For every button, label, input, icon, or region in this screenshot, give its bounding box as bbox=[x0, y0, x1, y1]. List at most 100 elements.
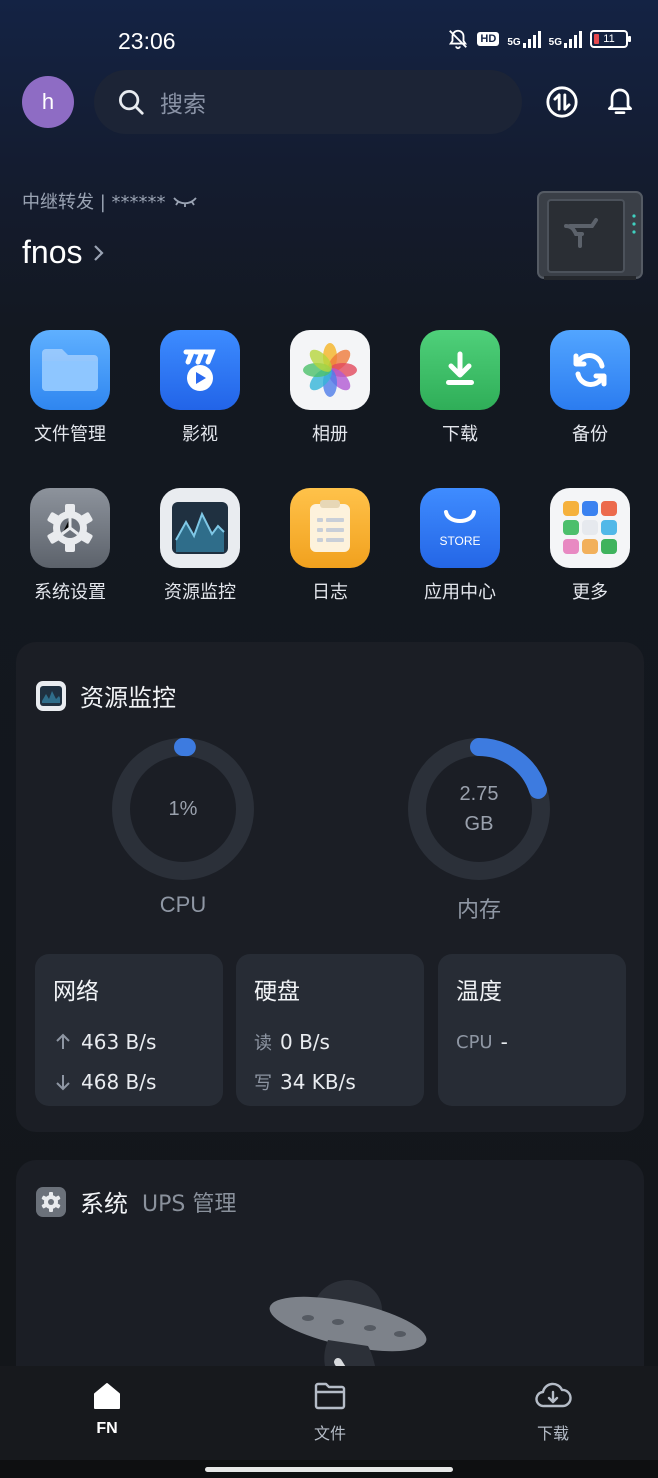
network-down-value: 468 B/s bbox=[81, 1070, 157, 1094]
app-label: 更多 bbox=[572, 582, 608, 603]
eye-closed-icon[interactable] bbox=[172, 193, 198, 209]
resource-monitor-card[interactable]: 资源监控 1% CPU 2.75 GB 内存 网络 463 B/s 468 B/… bbox=[16, 642, 644, 1132]
disk-read-value: 0 B/s bbox=[280, 1030, 330, 1054]
monitor-icon bbox=[36, 680, 66, 711]
temperature-cpu-key: CPU bbox=[456, 1031, 493, 1053]
download-icon bbox=[420, 330, 500, 410]
notification-button[interactable] bbox=[602, 84, 638, 120]
nav-files-label: 文件 bbox=[313, 1424, 346, 1443]
disk-write-key: 写 bbox=[254, 1073, 272, 1094]
app-file-manager[interactable]: 文件管理 bbox=[10, 330, 130, 446]
relay-status: 中继转发 | ****** bbox=[22, 188, 198, 214]
app-log[interactable]: 日志 bbox=[270, 488, 390, 604]
app-photos[interactable]: 相册 bbox=[270, 330, 390, 446]
backup-icon bbox=[550, 330, 630, 410]
network-stat: 网络 463 B/s 468 B/s bbox=[35, 954, 223, 1106]
app-label: 备份 bbox=[572, 424, 608, 445]
arrow-up-icon bbox=[56, 1033, 70, 1049]
app-download[interactable]: 下载 bbox=[400, 330, 520, 446]
app-label: 相册 bbox=[312, 424, 348, 445]
cpu-value: 1% bbox=[168, 798, 198, 820]
settings-icon bbox=[36, 1186, 66, 1217]
disk-read-row: 读 0 B/s bbox=[254, 1022, 406, 1062]
folder-icon bbox=[314, 1382, 346, 1410]
store-badge-text: STORE bbox=[439, 534, 481, 548]
app-settings[interactable]: 系统设置 bbox=[10, 488, 130, 604]
nav-download[interactable]: 下载 bbox=[503, 1380, 603, 1444]
signal-1: 5G bbox=[507, 30, 541, 48]
battery-fill bbox=[594, 34, 599, 44]
temperature-title: 温度 bbox=[456, 979, 502, 1005]
nav-files[interactable]: 文件 bbox=[280, 1380, 380, 1444]
app-label: 下载 bbox=[442, 424, 478, 445]
nav-fn-label: FN bbox=[96, 1420, 118, 1437]
app-video[interactable]: 影视 bbox=[140, 330, 260, 446]
disk-write-row: 写 34 KB/s bbox=[254, 1062, 406, 1102]
disk-read-key: 读 bbox=[254, 1033, 272, 1054]
nav-download-label: 下载 bbox=[536, 1424, 569, 1443]
monitor-icon bbox=[160, 488, 240, 568]
arrow-down-icon bbox=[56, 1075, 70, 1091]
monitor-title: 资源监控 bbox=[80, 684, 176, 712]
relay-label: 中继转发 | ****** bbox=[22, 192, 166, 213]
device-name: fnos bbox=[22, 234, 83, 270]
nas-device-icon bbox=[537, 191, 643, 280]
home-icon bbox=[94, 1383, 120, 1409]
network-title: 网络 bbox=[53, 979, 99, 1005]
photos-icon bbox=[290, 330, 370, 410]
memory-label: 内存 bbox=[456, 897, 501, 922]
network-up-row: 463 B/s bbox=[53, 1022, 205, 1062]
status-icons: HD 5G 5G 11 bbox=[447, 28, 631, 50]
home-indicator[interactable] bbox=[205, 1467, 453, 1472]
search-icon bbox=[119, 90, 144, 115]
folder-icon bbox=[30, 330, 110, 410]
net1-label: 5G bbox=[507, 37, 521, 48]
more-apps-icon bbox=[550, 488, 630, 568]
temperature-cpu-value: - bbox=[500, 1030, 508, 1054]
memory-gauge: 2.75 GB bbox=[404, 734, 554, 884]
search-bar[interactable]: 搜索 bbox=[94, 70, 522, 134]
log-icon bbox=[290, 488, 370, 568]
chevron-right-icon bbox=[94, 244, 105, 261]
signal-bars-icon bbox=[564, 30, 582, 48]
cloud-download-icon bbox=[535, 1382, 572, 1408]
bottom-nav: FN 文件 下载 bbox=[0, 1366, 658, 1460]
transfer-button[interactable] bbox=[544, 84, 580, 120]
avatar[interactable]: h bbox=[22, 76, 74, 128]
app-label: 影视 bbox=[182, 424, 218, 445]
settings-icon bbox=[30, 488, 110, 568]
net2-label: 5G bbox=[548, 37, 562, 48]
temperature-stat: 温度 CPU - bbox=[438, 954, 626, 1106]
memory-unit: GB bbox=[464, 813, 494, 835]
nav-fn[interactable]: FN bbox=[57, 1380, 157, 1438]
memory-value: 2.75 bbox=[459, 783, 499, 805]
hd-badge: HD bbox=[477, 32, 500, 46]
app-more[interactable]: 更多 bbox=[530, 488, 650, 604]
device-name-link[interactable]: fnos bbox=[22, 234, 105, 271]
signal-2: 5G bbox=[549, 30, 582, 48]
search-placeholder: 搜索 bbox=[160, 92, 206, 118]
store-icon: STORE bbox=[420, 488, 500, 568]
top-row: h 搜索 bbox=[22, 70, 636, 134]
cpu-label: CPU bbox=[159, 892, 207, 917]
app-label: 文件管理 bbox=[34, 424, 106, 445]
network-up-value: 463 B/s bbox=[81, 1030, 157, 1054]
system-title: 系统 bbox=[80, 1190, 128, 1218]
signal-bars-icon bbox=[522, 30, 541, 48]
app-label: 系统设置 bbox=[34, 582, 106, 603]
app-backup[interactable]: 备份 bbox=[530, 330, 650, 446]
app-store[interactable]: STORE 应用中心 bbox=[400, 488, 520, 604]
disk-stat: 硬盘 读 0 B/s 写 34 KB/s bbox=[236, 954, 424, 1106]
bell-icon bbox=[608, 88, 632, 114]
cpu-gauge: 1% bbox=[108, 734, 258, 884]
monitor-card-title: 资源监控 bbox=[36, 678, 176, 713]
ups-subtitle[interactable]: UPS 管理 bbox=[142, 1186, 236, 1218]
battery-icon: 11 bbox=[590, 30, 631, 48]
network-down-row: 468 B/s bbox=[53, 1062, 205, 1102]
app-monitor[interactable]: 资源监控 bbox=[140, 488, 260, 604]
transfer-icon bbox=[546, 86, 578, 118]
app-label: 日志 bbox=[312, 582, 348, 603]
system-card-title: 系统 UPS 管理 bbox=[36, 1184, 236, 1219]
app-label: 资源监控 bbox=[164, 582, 236, 603]
video-icon bbox=[160, 330, 240, 410]
